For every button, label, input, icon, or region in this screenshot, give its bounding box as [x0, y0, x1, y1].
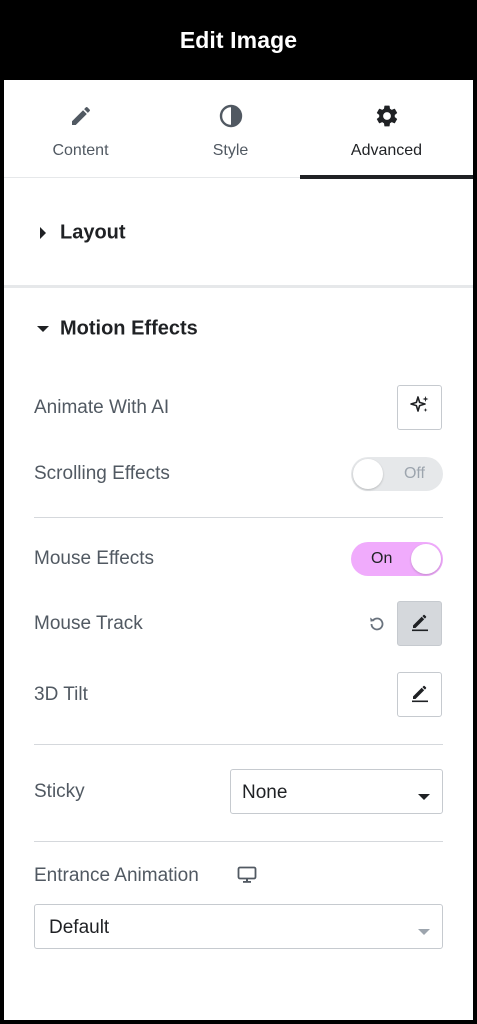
divider: [34, 517, 443, 518]
gear-icon: [373, 102, 401, 130]
panel-header: Edit Image: [0, 0, 477, 80]
dropdown-arrow-icon: [418, 923, 430, 935]
section-motion-effects-header[interactable]: Motion Effects: [4, 291, 473, 366]
caret-down-icon: [37, 323, 49, 335]
tab-style[interactable]: Style: [157, 80, 304, 178]
section-layout-header[interactable]: Layout: [4, 178, 473, 288]
mouse-effects-label: Mouse Effects: [34, 548, 155, 569]
sparkle-icon: [409, 394, 431, 421]
sticky-label: Sticky: [34, 781, 85, 802]
contrast-icon: [217, 102, 245, 130]
entrance-animation-select[interactable]: Default: [34, 904, 443, 949]
dropdown-arrow-icon: [418, 788, 430, 800]
caret-right-icon: [37, 227, 49, 239]
editor-panel: Content Style Advanced Layout Motion Eff…: [4, 80, 473, 1020]
toggle-knob: [411, 544, 441, 574]
pencil-icon: [409, 610, 431, 637]
mouse-track-label: Mouse Track: [34, 613, 143, 634]
pencil-icon: [67, 102, 95, 130]
panel-title: Edit Image: [179, 26, 298, 53]
animate-with-ai-button[interactable]: [397, 385, 442, 430]
tab-style-label: Style: [212, 142, 249, 159]
sticky-select[interactable]: None: [230, 769, 443, 814]
sticky-select-value: None: [242, 782, 288, 803]
toggle-knob: [353, 459, 383, 489]
mouse-track-edit-button[interactable]: [397, 601, 442, 646]
tab-bar: Content Style Advanced: [4, 80, 473, 179]
mouse-effects-state: On: [371, 550, 393, 567]
entrance-animation-label: Entrance Animation: [34, 865, 199, 886]
pencil-icon: [409, 681, 431, 708]
3d-tilt-label: 3D Tilt: [34, 684, 88, 705]
scrolling-effects-toggle[interactable]: Off: [351, 457, 443, 491]
animate-with-ai-label: Animate With AI: [34, 397, 170, 418]
scrolling-effects-label: Scrolling Effects: [34, 463, 170, 484]
scrolling-effects-state: Off: [403, 465, 425, 482]
tab-content[interactable]: Content: [4, 80, 157, 178]
tab-advanced-label: Advanced: [350, 142, 423, 159]
mouse-effects-toggle[interactable]: On: [351, 542, 443, 576]
3d-tilt-edit-button[interactable]: [397, 672, 442, 717]
editor-frame: Edit Image Content Style Advanced Layout…: [0, 0, 477, 1024]
divider: [34, 744, 443, 745]
divider: [34, 841, 443, 842]
reset-icon[interactable]: [366, 613, 388, 635]
entrance-animation-value: Default: [49, 917, 110, 938]
desktop-icon[interactable]: [237, 866, 259, 886]
section-motion-effects-title: Motion Effects: [60, 317, 198, 340]
tab-advanced[interactable]: Advanced: [300, 80, 473, 179]
section-layout-title: Layout: [60, 221, 126, 244]
tab-content-label: Content: [52, 142, 109, 159]
